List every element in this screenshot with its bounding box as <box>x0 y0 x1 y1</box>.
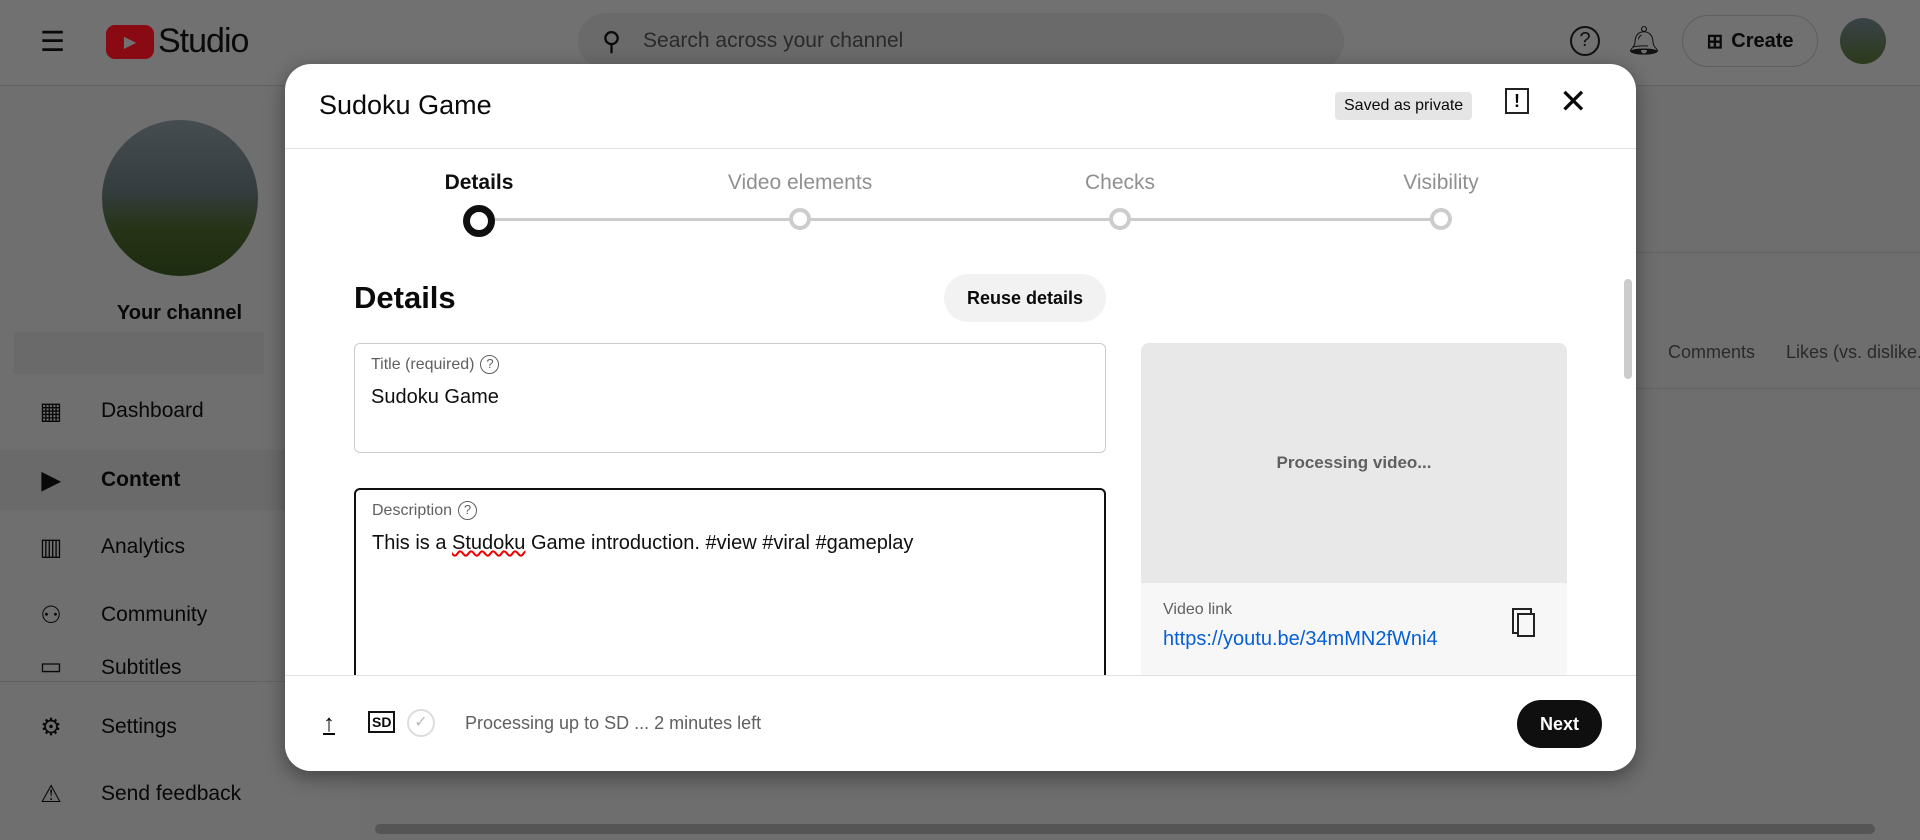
youtube-logo-icon: ▶ <box>106 24 154 59</box>
processing-status: Processing video... <box>1276 453 1432 472</box>
content-scrollbar[interactable] <box>1624 279 1632 379</box>
step-details[interactable]: Details <box>445 171 514 195</box>
title-field[interactable]: Title (required)? Sudoku Game <box>354 343 1106 453</box>
video-link[interactable]: https://youtu.be/34mMN2fWni4 <box>1163 628 1438 651</box>
check-icon: ✓ <box>407 709 435 737</box>
studio-logo[interactable]: ▶ Studio <box>106 22 249 61</box>
search-icon: ⚲ <box>602 25 622 56</box>
sidebar-item-label: Community <box>101 603 208 626</box>
content-icon: ▶ <box>41 466 61 494</box>
title-input[interactable]: Sudoku Game <box>371 386 1089 409</box>
misspelled-word: Studoku <box>452 532 526 554</box>
sidebar-item-label: Subtitles <box>101 656 182 679</box>
sidebar-item-send-feedback[interactable]: ⚠ Send feedback <box>0 764 359 824</box>
create-label: Create <box>1731 29 1794 52</box>
help-icon[interactable]: ? <box>1570 26 1600 56</box>
description-text: This is a <box>372 532 453 554</box>
upload-icon: ↑ <box>323 710 335 737</box>
next-button[interactable]: Next <box>1517 700 1602 748</box>
feedback-icon[interactable]: ! <box>1505 88 1529 114</box>
step-visibility[interactable]: Visibility <box>1403 171 1478 195</box>
community-icon: ⚇ <box>40 601 62 629</box>
channel-avatar[interactable] <box>102 120 258 276</box>
feedback-icon: ⚠ <box>40 780 62 808</box>
reuse-details-button[interactable]: Reuse details <box>944 274 1106 322</box>
gear-icon: ⚙ <box>40 713 62 741</box>
notifications-icon[interactable]: 🔔︎ <box>1626 24 1662 57</box>
stepper-line <box>479 218 1441 221</box>
sidebar-item-label: Send feedback <box>101 782 242 805</box>
dialog-title: Sudoku Game <box>319 90 492 120</box>
logo-text: Studio <box>158 22 249 60</box>
column-header-likes[interactable]: Likes (vs. dislike... <box>1786 342 1920 363</box>
processing-status-text: Processing up to SD ... 2 minutes left <box>465 713 762 733</box>
horizontal-scrollbar[interactable] <box>375 824 1875 834</box>
step-dot-active[interactable] <box>463 205 495 237</box>
saved-status-badge: Saved as private <box>1335 92 1473 120</box>
account-avatar[interactable] <box>1840 18 1886 64</box>
close-icon[interactable]: ✕ <box>1559 82 1588 122</box>
step-video-elements[interactable]: Video elements <box>728 171 872 195</box>
section-title: Details <box>354 280 456 315</box>
footer: ↑ SD ✓ Processing up to SD ... 2 minutes… <box>285 675 1636 771</box>
step-dot[interactable] <box>1430 208 1452 230</box>
analytics-icon: ▥ <box>39 533 63 561</box>
copy-icon[interactable] <box>1517 613 1535 637</box>
search-input[interactable]: Search across your channel <box>643 29 903 53</box>
sd-icon: SD <box>368 711 396 733</box>
create-button[interactable]: ⊞ Create <box>1682 15 1818 67</box>
description-text: Game introduction. #view #viral #gamepla… <box>525 532 914 554</box>
sidebar-item-label: Content <box>101 468 181 491</box>
title-field-label: Title (required) <box>371 355 475 373</box>
create-video-icon: ⊞ <box>1706 30 1724 53</box>
search-bar[interactable]: ⚲ Search across your channel <box>578 13 1344 69</box>
step-dot[interactable] <box>1109 208 1131 230</box>
sidebar-item-label: Settings <box>101 715 177 738</box>
upload-dialog: Sudoku Game Saved as private ! ✕ Details… <box>285 64 1636 771</box>
sidebar-item-label: Analytics <box>101 535 186 558</box>
sidebar-item-label: Dashboard <box>101 399 204 422</box>
column-header-comments[interactable]: Comments <box>1668 342 1755 363</box>
menu-icon[interactable]: ☰ <box>40 28 65 56</box>
channel-details-placeholder <box>14 332 264 374</box>
video-link-panel: Video link https://youtu.be/34mMN2fWni4 <box>1141 583 1567 683</box>
step-checks[interactable]: Checks <box>1085 171 1155 195</box>
help-icon[interactable]: ? <box>458 501 478 520</box>
video-preview: Processing video... <box>1141 343 1567 583</box>
help-icon[interactable]: ? <box>480 355 500 374</box>
description-field-label: Description <box>372 501 453 519</box>
video-link-label: Video link <box>1163 601 1233 618</box>
header-divider <box>285 148 1636 149</box>
description-input[interactable]: This is a Studoku Game introduction. #vi… <box>372 532 1088 555</box>
step-dot[interactable] <box>789 208 811 230</box>
subtitles-icon: ▭ <box>39 653 63 680</box>
dashboard-icon: ▦ <box>39 397 63 425</box>
